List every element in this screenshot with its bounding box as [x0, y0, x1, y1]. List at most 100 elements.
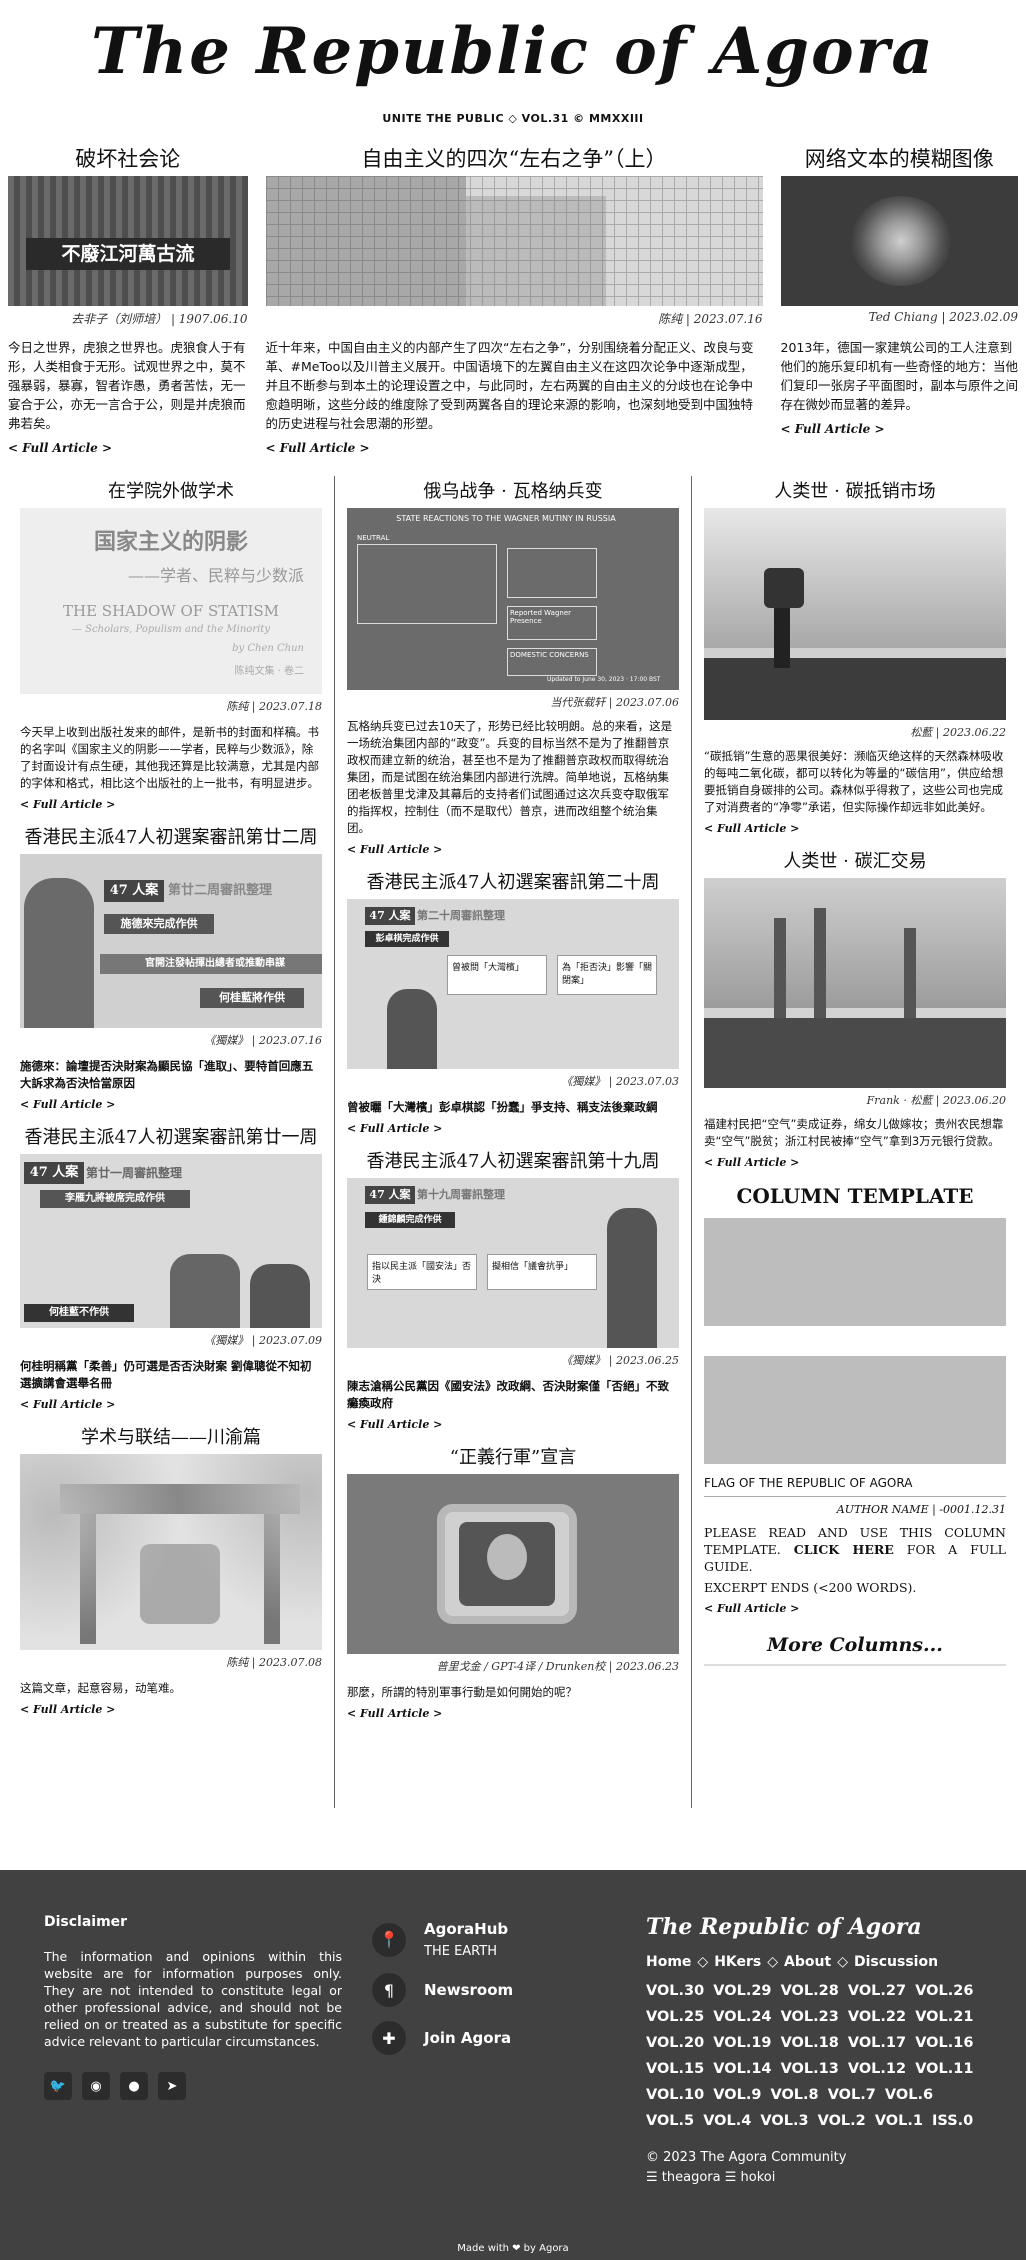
- volume-link[interactable]: VOL.5: [646, 2113, 694, 2129]
- volume-link[interactable]: VOL.19: [713, 2035, 771, 2051]
- reddit-icon[interactable]: ●: [120, 2072, 148, 2100]
- telegram-icon[interactable]: ➤: [158, 2072, 186, 2100]
- join-agora-link[interactable]: ✚ Join Agora: [372, 2021, 513, 2055]
- nav-about[interactable]: About: [784, 1954, 831, 1970]
- article-image[interactable]: 47 人案 第二十周審訊整理 彭卓棋完成作供 曾被問「大灣檳」 為「拒否決」影響…: [347, 899, 679, 1069]
- volume-link[interactable]: VOL.21: [915, 2009, 973, 2025]
- full-article-link[interactable]: < Full Article >: [347, 1122, 442, 1135]
- more-columns-link[interactable]: More Columns...: [704, 1634, 1006, 1666]
- volume-link[interactable]: VOL.6: [885, 2087, 933, 2103]
- article-image[interactable]: 47 人案 第十九周審訊整理 鍾錦麟完成作供 指以民主派「國安法」否決 擬相信「…: [347, 1178, 679, 1348]
- article-title[interactable]: 破坏社会论: [8, 142, 248, 176]
- map-title: STATE REACTIONS TO THE WAGNER MUTINY IN …: [396, 514, 616, 523]
- article-title[interactable]: 学术与联结——川渝篇: [20, 1422, 322, 1454]
- article-image[interactable]: 47 人案 第廿一周審訊整理 李雁九將被席完成作供 何桂藍不作供: [20, 1154, 322, 1328]
- volume-link[interactable]: VOL.25: [646, 2009, 704, 2025]
- volume-link[interactable]: VOL.17: [848, 2035, 906, 2051]
- newsroom-link[interactable]: ¶ Newsroom: [372, 1973, 513, 2007]
- social-links: 🐦 ◉ ● ➤: [44, 2072, 342, 2100]
- volume-link[interactable]: VOL.7: [828, 2087, 876, 2103]
- nav-home[interactable]: Home: [646, 1954, 691, 1970]
- volume-link[interactable]: VOL.27: [848, 1983, 906, 1999]
- article-title[interactable]: 香港民主派47人初選案審訊第廿一周: [20, 1122, 322, 1154]
- click-here-link[interactable]: CLICK HERE: [794, 1542, 894, 1557]
- full-article-link[interactable]: < Full Article >: [20, 1398, 115, 1411]
- article-title[interactable]: “正義行軍”宣言: [347, 1442, 679, 1474]
- volume-link[interactable]: VOL.16: [915, 2035, 973, 2051]
- volume-link[interactable]: VOL.22: [848, 2009, 906, 2025]
- full-article-link[interactable]: < Full Article >: [704, 1156, 799, 1169]
- github-icon[interactable]: ◉: [82, 2072, 110, 2100]
- link-label: Join Agora: [424, 2029, 512, 2047]
- quote-box: 指以民主派「國安法」否決: [367, 1254, 477, 1290]
- copyright: © 2023 The Agora Community: [646, 2150, 847, 2165]
- article-image[interactable]: [347, 1474, 679, 1654]
- agorahub-link[interactable]: 📍 AgoraHub THE EARTH: [372, 1920, 513, 1959]
- full-article-link[interactable]: < Full Article >: [347, 843, 442, 856]
- volume-link[interactable]: VOL.10: [646, 2087, 704, 2103]
- book-cover-image[interactable]: 国家主义的阴影 ——学者、民粹与少数派 THE SHADOW OF STATIS…: [20, 508, 322, 694]
- volume-link[interactable]: ISS.0: [932, 2113, 973, 2129]
- volume-link[interactable]: VOL.13: [781, 2061, 839, 2077]
- full-article-link[interactable]: < Full Article >: [347, 1707, 442, 1720]
- volume-link[interactable]: VOL.3: [760, 2113, 808, 2129]
- volume-link[interactable]: VOL.12: [848, 2061, 906, 2077]
- full-article-link[interactable]: < Full Article >: [781, 422, 885, 436]
- article-title[interactable]: 香港民主派47人初選案審訊第廿二周: [20, 822, 322, 854]
- article-title[interactable]: 香港民主派47人初選案審訊第二十周: [347, 867, 679, 899]
- volume-link[interactable]: VOL.29: [713, 1983, 771, 1999]
- footer-brand[interactable]: The Republic of Agora: [646, 1914, 986, 1940]
- full-article-link[interactable]: < Full Article >: [347, 1418, 442, 1431]
- article-image[interactable]: [20, 1454, 322, 1650]
- footer: Disclaimer The information and opinions …: [0, 1870, 1026, 2260]
- article-excerpt: 这篇文章，起意容易，动笔难。: [20, 1681, 181, 1695]
- article-image[interactable]: [704, 508, 1006, 720]
- volume-link[interactable]: VOL.9: [713, 2087, 761, 2103]
- twitter-icon[interactable]: 🐦: [44, 2072, 72, 2100]
- volume-link[interactable]: VOL.23: [781, 2009, 839, 2025]
- volume-link[interactable]: VOL.20: [646, 2035, 704, 2051]
- full-article-link[interactable]: < Full Article >: [266, 441, 370, 455]
- nav-discussion[interactable]: Discussion: [854, 1954, 938, 1970]
- volume-link[interactable]: VOL.14: [713, 2061, 771, 2077]
- highlight-strip: 官開注發帖揮出總者或推動串謀: [100, 954, 322, 974]
- article-title[interactable]: 人类世 · 碳汇交易: [704, 846, 1006, 878]
- volume-link[interactable]: VOL.11: [915, 2061, 973, 2077]
- volume-link[interactable]: VOL.2: [818, 2113, 866, 2129]
- masthead: The Republic of Agora: [0, 0, 1026, 104]
- volume-link[interactable]: VOL.4: [703, 2113, 751, 2129]
- full-article-link[interactable]: < Full Article >: [20, 1098, 115, 1111]
- article-image[interactable]: [704, 878, 1006, 1088]
- volume-link[interactable]: VOL.18: [781, 2035, 839, 2051]
- article-excerpt: 施德來：論壇提否決財案為顯民協「進取」、要特首回應五大訴求為否決恰當原因: [20, 1059, 314, 1090]
- article-image[interactable]: [780, 176, 1019, 306]
- full-article-link[interactable]: < Full Article >: [8, 441, 112, 455]
- article-excerpt: 曾被曬「大灣檳」彭卓棋認「扮蠢」爭支持、稱支法後棄政綱: [347, 1100, 658, 1114]
- article-image[interactable]: 不廢江河萬古流: [8, 176, 248, 306]
- article-title[interactable]: 人类世 · 碳抵销市场: [704, 476, 1006, 508]
- footer-menu: Home ◇ HKers ◇ About ◇ Discussion: [646, 1954, 939, 1970]
- article-title[interactable]: 在学院外做学术: [20, 476, 322, 508]
- nav-hkers[interactable]: HKers: [714, 1954, 761, 1970]
- article-image[interactable]: 47 人案 第廿二周審訊整理 施德來完成作供 官開注發帖揮出總者或推動串謀 何桂…: [20, 854, 322, 1028]
- article-image[interactable]: [265, 176, 763, 306]
- infographic-map[interactable]: STATE REACTIONS TO THE WAGNER MUTINY IN …: [347, 508, 679, 690]
- full-article-link[interactable]: < Full Article >: [704, 822, 799, 835]
- volume-link[interactable]: VOL.24: [713, 2009, 771, 2025]
- full-article-link[interactable]: < Full Article >: [20, 798, 115, 811]
- volume-link[interactable]: VOL.28: [781, 1983, 839, 1999]
- site-title[interactable]: The Republic of Agora: [0, 14, 1026, 89]
- full-article-link[interactable]: < Full Article >: [704, 1602, 799, 1615]
- volume-link[interactable]: VOL.26: [915, 1983, 973, 1999]
- article-title[interactable]: 网络文本的模糊图像: [781, 142, 1019, 176]
- article-title[interactable]: 自由主义的四次“左右之争”（上）: [266, 142, 763, 176]
- article-excerpt: 2013年，德国一家建筑公司的工人注意到他们的施乐复印机有一些奇怪的地方：当他们…: [780, 340, 1019, 412]
- full-article-link[interactable]: < Full Article >: [20, 1703, 115, 1716]
- volume-link[interactable]: VOL.8: [771, 2087, 819, 2103]
- volume-link[interactable]: VOL.30: [646, 1983, 704, 1999]
- article-title[interactable]: 俄乌战争 · 瓦格纳兵变: [347, 476, 679, 508]
- article-excerpt: 今天早上收到出版社发来的邮件，是新书的封面和样稿。书的名字叫《国家主义的阴影——…: [20, 725, 319, 790]
- volume-link[interactable]: VOL.15: [646, 2061, 704, 2077]
- article-title[interactable]: 香港民主派47人初選案審訊第十九周: [347, 1146, 679, 1178]
- volume-link[interactable]: VOL.1: [875, 2113, 923, 2129]
